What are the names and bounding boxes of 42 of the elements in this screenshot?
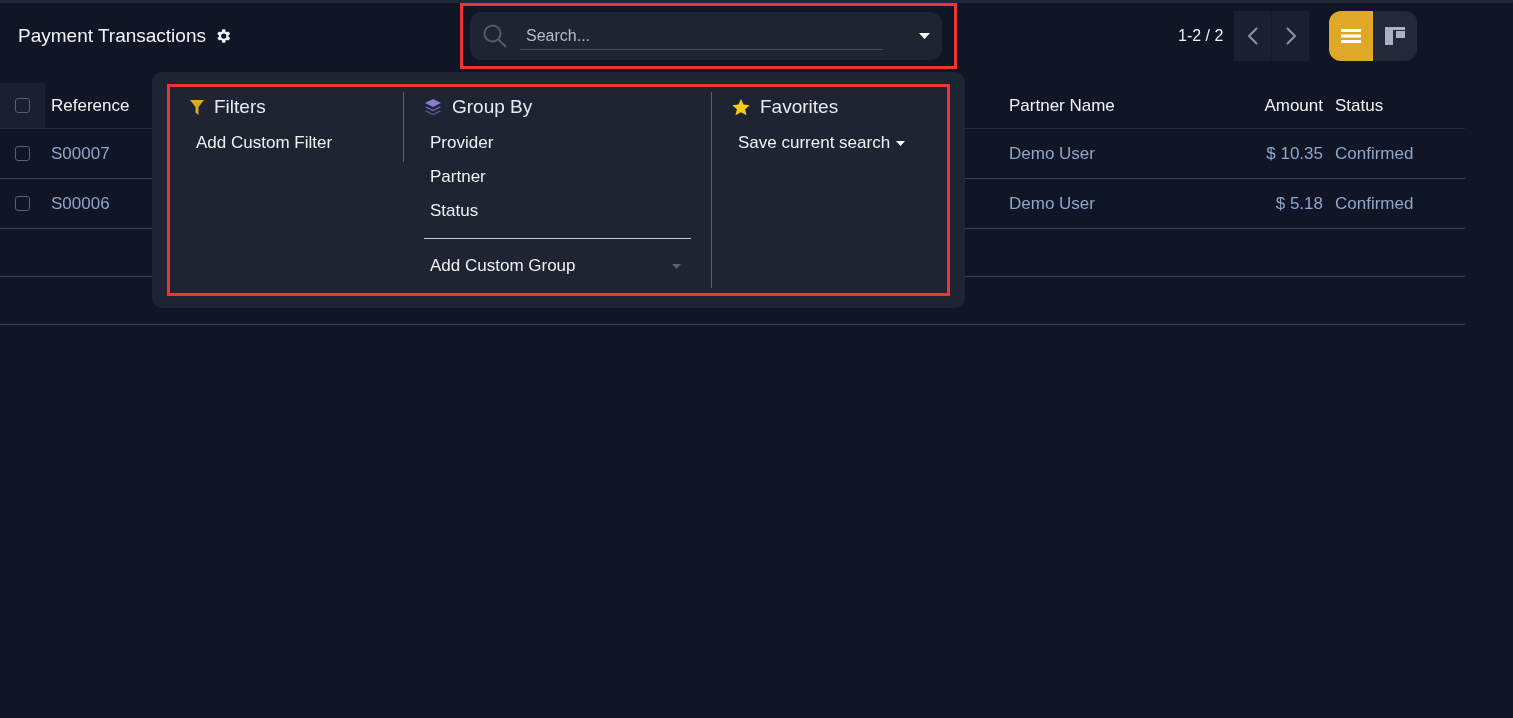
star-icon [732,98,750,116]
caret-icon[interactable] [919,33,930,39]
row-checkbox[interactable] [15,196,30,211]
custom-group-select[interactable]: Add Custom Group [424,249,691,283]
partner-cell-text: Demo User [1008,193,1096,214]
partner-cell-text: Demo User [1008,143,1096,164]
previous-button[interactable] [1233,11,1272,61]
status-cell-text: Confirmed [1334,143,1415,164]
column-header[interactable]: Amount [1258,95,1329,116]
section-title: Favorites [760,96,839,118]
menu-item[interactable]: Status [424,194,711,228]
kanban-icon [1385,27,1406,45]
view-toggle[interactable] [1329,11,1374,61]
layers-icon [424,98,442,116]
column-header[interactable]: Status [1329,95,1390,116]
amount-cell-text: $ 5.18 [1274,193,1324,214]
search-field[interactable]: Search... [470,12,942,60]
menu-item[interactable]: Add Custom Filter [190,126,403,160]
reference-cell-text: S00006 [50,193,111,214]
chevron-right-icon [1284,26,1297,46]
column-header[interactable]: Partner Name [1003,95,1121,116]
menu-item[interactable]: Partner [424,160,711,194]
caret-icon [896,140,906,146]
pager-count: 1-2 / 2 [1178,27,1224,45]
list-icon [1341,28,1362,44]
caret-icon [672,263,681,269]
search-icon [482,23,508,49]
row-checkbox[interactable] [15,146,30,161]
next-button[interactable] [1271,11,1310,61]
view-toggle[interactable] [1373,11,1418,61]
section-title: Group By [452,96,533,118]
column-header[interactable]: Reference [45,95,136,116]
status-cell-text: Confirmed [1334,193,1415,214]
select-all-checkbox[interactable] [15,98,30,113]
amount-cell-text: $ 10.35 [1265,143,1324,164]
page-title: Payment Transactions [18,25,206,47]
menu-item[interactable]: Save current search [732,126,947,160]
menu-item[interactable]: Provider [424,126,711,160]
reference-cell-text: S00007 [50,143,111,164]
chevron-left-icon [1246,26,1259,46]
section-title: Filters [214,96,266,118]
filter-icon [190,99,204,115]
